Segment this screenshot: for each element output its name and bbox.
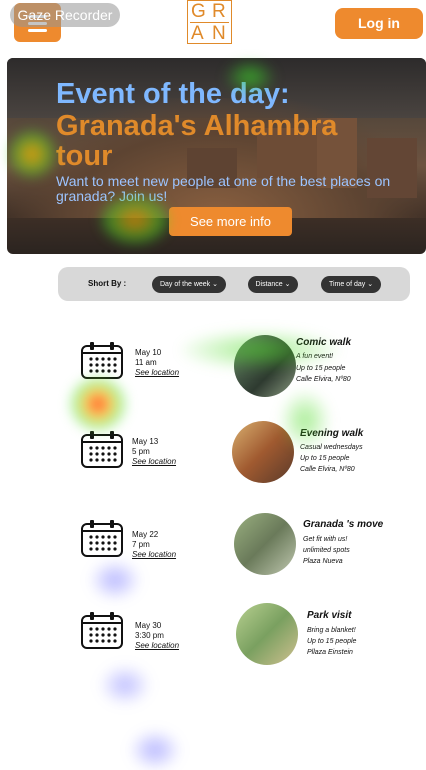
sort-label: Short By :	[88, 279, 127, 288]
event-when: May 22 7 pm See location	[132, 530, 176, 560]
logo-letter: R	[212, 1, 226, 22]
event-when: May 10 11 am See location	[135, 348, 179, 378]
event-time: 7 pm	[132, 540, 150, 549]
event-photo	[236, 603, 298, 665]
hero-subtitle-line2: granada? Join us!	[56, 188, 168, 204]
event-detail: Calle Elvira, Nº80	[300, 466, 355, 473]
event-photo	[234, 513, 296, 575]
event-detail: Bring a blanket!	[307, 627, 356, 634]
hero-building	[367, 138, 417, 198]
menu-icon-bar	[28, 29, 47, 32]
heatmap-spot	[70, 378, 126, 430]
logo[interactable]: G R A N	[187, 0, 232, 44]
day-of-week-filter[interactable]: Day of the week ⌄	[152, 276, 226, 293]
see-more-info-button[interactable]: See more info	[169, 207, 292, 236]
event-title[interactable]: Evening walk	[300, 428, 363, 439]
hero-title: Event of the day:	[56, 78, 290, 110]
hero-title-line3: tour	[56, 140, 113, 172]
hero-title-line2: Granada's Alhambra	[56, 110, 338, 142]
event-detail: Up to 15 people	[307, 638, 357, 645]
event-date: May 30	[135, 621, 162, 630]
calendar-icon	[81, 520, 123, 557]
event-time: 5 pm	[132, 447, 150, 456]
see-location-link[interactable]: See location	[132, 457, 176, 467]
event-detail: Up to 15 people	[296, 365, 346, 372]
see-location-link[interactable]: See location	[135, 368, 179, 378]
event-when: May 13 5 pm See location	[132, 437, 176, 467]
event-detail: Casual wednesdays	[300, 444, 363, 451]
gaze-recorder-badge: Gaze Recorder	[10, 3, 120, 27]
event-title[interactable]: Granada 's move	[303, 519, 383, 530]
event-detail: Get fit with us!	[303, 536, 348, 543]
event-date: May 10	[135, 348, 162, 357]
heatmap-spot	[100, 665, 150, 705]
see-location-link[interactable]: See location	[135, 641, 179, 651]
event-detail: Up to 15 people	[300, 455, 350, 462]
event-date: May 22	[132, 530, 159, 539]
calendar-icon	[81, 612, 123, 649]
event-detail: unlimited spots	[303, 547, 350, 554]
event-photo	[234, 335, 296, 397]
event-title[interactable]: Park visit	[307, 610, 351, 621]
login-button[interactable]: Log in	[335, 8, 423, 39]
heatmap-spot	[90, 560, 140, 600]
event-detail: Plaza Nueva	[303, 558, 343, 565]
hero-subtitle: Want to meet new people at one of the be…	[56, 173, 391, 189]
heatmap-spot	[130, 730, 180, 770]
event-detail: Calle Elvira, Nº80	[296, 376, 351, 383]
event-photo	[232, 421, 294, 483]
see-location-link[interactable]: See location	[132, 550, 176, 560]
calendar-icon	[81, 431, 123, 468]
event-date: May 13	[132, 437, 159, 446]
event-title[interactable]: Comic walk	[296, 337, 351, 348]
logo-letter: G	[191, 1, 206, 22]
event-time: 3:30 pm	[135, 631, 164, 640]
distance-filter[interactable]: Distance ⌄	[248, 276, 298, 293]
logo-letter: N	[212, 23, 226, 44]
event-detail: A fun event!	[296, 353, 334, 360]
logo-letter: A	[191, 23, 204, 44]
event-time: 11 am	[135, 358, 157, 367]
time-of-day-filter[interactable]: Time of day ⌄	[321, 276, 381, 293]
event-when: May 30 3:30 pm See location	[135, 621, 179, 651]
calendar-icon	[81, 342, 123, 379]
event-detail: Pllaza Einstein	[307, 649, 353, 656]
